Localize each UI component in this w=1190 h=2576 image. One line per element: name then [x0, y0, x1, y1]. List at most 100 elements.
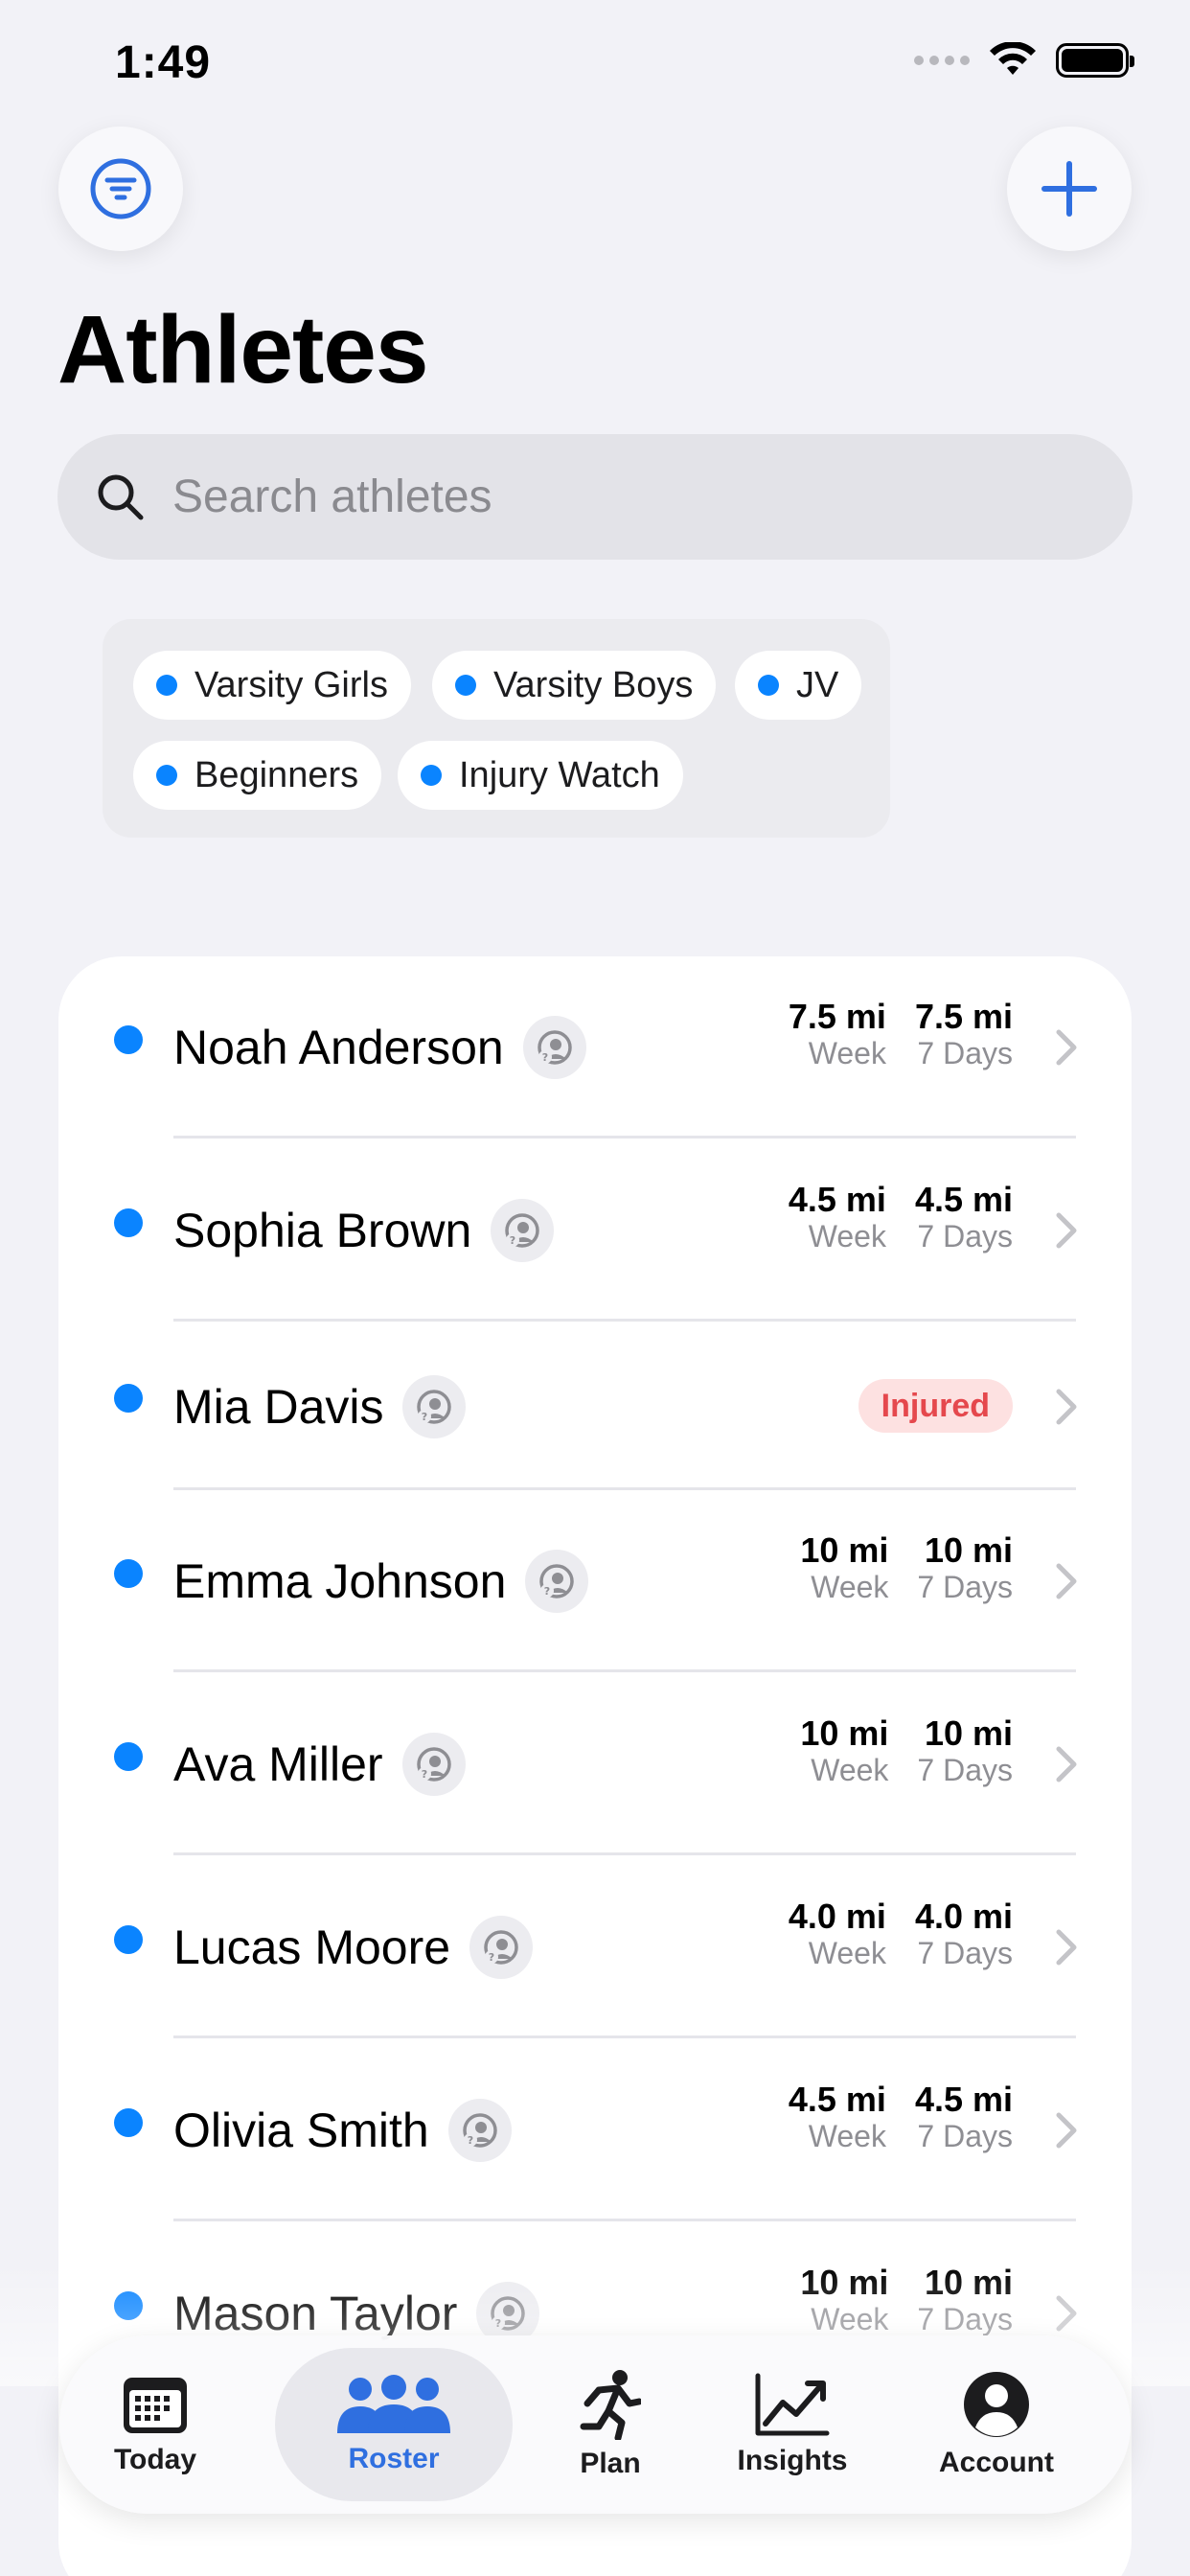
unlinked-athlete-icon: ? [522, 1016, 586, 1079]
group-dot [114, 1559, 143, 1588]
battery-icon [1056, 43, 1134, 78]
signal-icon [914, 56, 970, 65]
unlinked-athlete-icon: ? [401, 1733, 466, 1796]
athlete-name: Emma Johnson [173, 1554, 507, 1608]
seven-day-distance: 4.0 mi [914, 1897, 1013, 1936]
unlinked-athlete-icon: ? [402, 1374, 467, 1438]
group-dot [114, 1025, 143, 1054]
search-icon [98, 474, 144, 519]
chip-dot [455, 675, 476, 696]
chart-icon [755, 2373, 830, 2436]
chip-label: Varsity Boys [493, 664, 694, 705]
divider [173, 2036, 1076, 2038]
athlete-row-sophia-brown[interactable]: Sophia Brown ? 4.5 mi Week 4.5 mi 7 Days [58, 1139, 1132, 1322]
unlinked-athlete-icon: ? [491, 1199, 555, 1262]
group-dot [114, 1384, 143, 1413]
svg-text:?: ? [489, 1951, 494, 1964]
chip-varsity-boys[interactable]: Varsity Boys [432, 651, 717, 720]
week-distance: 10 mi [800, 1714, 889, 1753]
athlete-row-noah-anderson[interactable]: Noah Anderson ? 7.5 mi Week 7.5 mi 7 Days [58, 956, 1132, 1138]
seven-day-label: 7 Days [917, 1219, 1013, 1254]
add-athlete-button[interactable] [1007, 126, 1132, 251]
tab-bar: Today Roster Plan Insights Account [59, 2335, 1131, 2514]
chip-injury-watch[interactable]: Injury Watch [398, 741, 683, 810]
seven-day-distance: 7.5 mi [914, 997, 1013, 1036]
group-dot [114, 1208, 143, 1237]
seven-day-distance: 10 mi [924, 1530, 1013, 1570]
svg-text:?: ? [421, 1768, 426, 1781]
week-label: Week [808, 1936, 886, 1971]
chip-beginners[interactable]: Beginners [133, 741, 382, 810]
seven-day-distance: 4.5 mi [914, 1180, 1013, 1219]
svg-text:?: ? [468, 2134, 473, 2147]
tab-insights[interactable]: Insights [730, 2335, 855, 2514]
chevron-right-icon [1056, 1929, 1077, 1966]
divider [173, 1852, 1076, 1855]
athlete-row-mia-davis[interactable]: Mia Davis ? Injured [58, 1322, 1132, 1490]
search-input[interactable] [172, 471, 1035, 523]
people-icon [337, 2375, 450, 2433]
chip-varsity-girls[interactable]: Varsity Girls [133, 651, 411, 720]
athlete-row-olivia-smith[interactable]: Olivia Smith ? 4.5 mi Week 4.5 mi 7 Days [58, 2039, 1132, 2221]
week-label: Week [808, 1036, 886, 1071]
divider [173, 1136, 1076, 1138]
chip-label: Beginners [195, 754, 359, 795]
athlete-name: Mason Taylor [173, 2287, 458, 2340]
tab-label: Roster [348, 2443, 440, 2474]
group-dot [114, 1742, 143, 1771]
seven-day-label: 7 Days [917, 2302, 1013, 2337]
app-screen: 1:49 Athletes Search athletes Varsity Gi… [0, 0, 1190, 2576]
chip-dot [156, 675, 177, 696]
chip-label: Injury Watch [459, 754, 660, 795]
athlete-list: Noah Anderson ? 7.5 mi Week 7.5 mi 7 Days … [58, 956, 1132, 2576]
runner-icon [580, 2370, 641, 2440]
tab-plan[interactable]: Plan [562, 2335, 658, 2514]
wifi-icon [990, 42, 1036, 75]
chip-jv[interactable]: JV [735, 651, 862, 720]
group-chips: Varsity Girls Varsity Boys JV Beginners … [103, 619, 890, 838]
status-icons [914, 42, 1134, 79]
seven-day-label: 7 Days [917, 1036, 1013, 1071]
seven-day-label: 7 Days [917, 2119, 1013, 2154]
athlete-name: Olivia Smith [173, 2104, 429, 2157]
chevron-right-icon [1056, 2295, 1077, 2332]
athlete-row-emma-johnson[interactable]: Emma Johnson ? 10 mi Week 10 mi 7 Days [58, 1490, 1132, 1672]
svg-text:?: ? [544, 1585, 550, 1598]
unlinked-athlete-icon: ? [447, 2099, 512, 2162]
divider [173, 1669, 1076, 1672]
svg-text:?: ? [495, 2317, 501, 2330]
tab-today[interactable]: Today [105, 2335, 205, 2514]
chevron-right-icon [1056, 2112, 1077, 2149]
tab-label: Account [939, 2447, 1054, 2478]
svg-text:?: ? [422, 1411, 427, 1423]
tab-account[interactable]: Account [929, 2335, 1064, 2514]
group-dot [114, 2108, 143, 2137]
week-label: Week [811, 2302, 889, 2337]
tab-roster[interactable]: Roster [275, 2348, 513, 2501]
search-bar[interactable] [57, 434, 1133, 560]
divider [173, 2219, 1076, 2221]
athlete-row-lucas-moore[interactable]: Lucas Moore ? 4.0 mi Week 4.0 mi 7 Days [58, 1856, 1132, 2038]
week-distance: 7.5 mi [788, 997, 886, 1036]
athlete-name: Noah Anderson [173, 1021, 504, 1074]
chip-label: Varsity Girls [195, 664, 388, 705]
tab-label: Today [113, 2444, 197, 2475]
week-distance: 10 mi [800, 2263, 889, 2302]
chip-dot [156, 765, 177, 786]
week-label: Week [811, 1570, 889, 1605]
unlinked-athlete-icon: ? [469, 1916, 534, 1979]
athlete-row-ava-miller[interactable]: Ava Miller ? 10 mi Week 10 mi 7 Days [58, 1673, 1132, 1855]
seven-day-label: 7 Days [917, 1753, 1013, 1788]
person-circle-icon [964, 2372, 1029, 2437]
chevron-right-icon [1056, 1029, 1077, 1066]
seven-day-distance: 10 mi [924, 2263, 1013, 2302]
group-dot [114, 2291, 143, 2320]
week-distance: 4.0 mi [788, 1897, 886, 1936]
plus-icon [1041, 161, 1097, 217]
page-title: Athletes [57, 296, 429, 403]
week-label: Week [811, 1753, 889, 1788]
chip-dot [758, 675, 779, 696]
filter-button[interactable] [58, 126, 183, 251]
chevron-right-icon [1056, 1389, 1077, 1425]
athlete-name: Ava Miller [173, 1737, 383, 1791]
